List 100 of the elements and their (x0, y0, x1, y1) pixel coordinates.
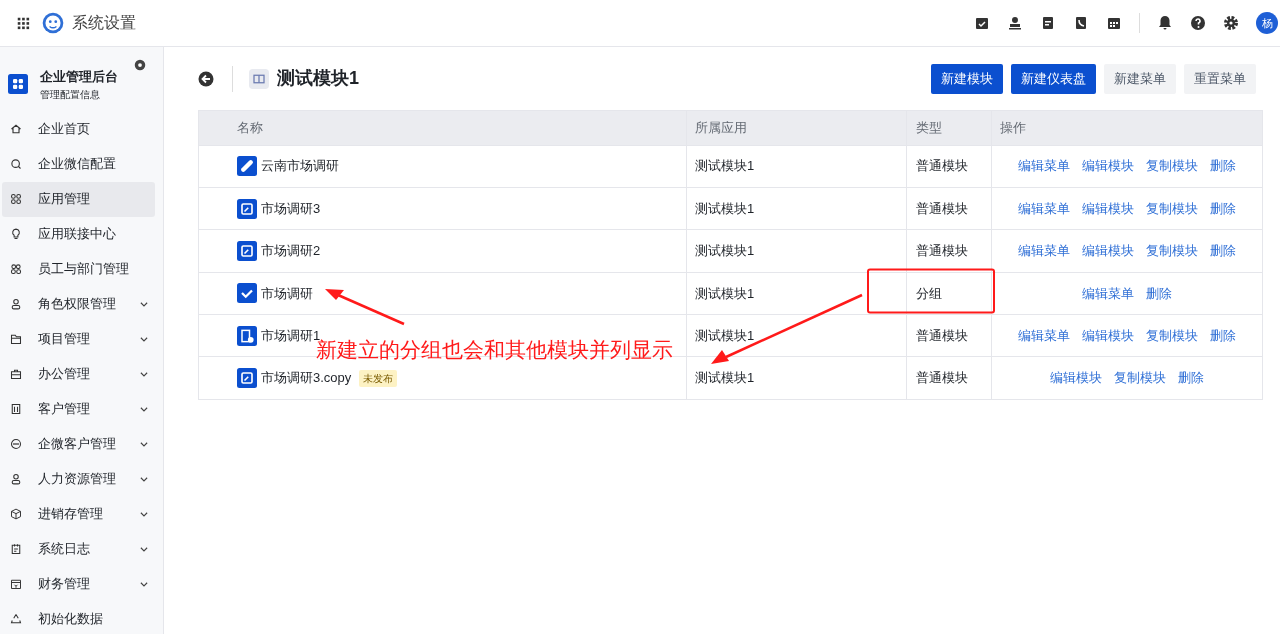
person-icon (10, 473, 22, 485)
building-icon (10, 403, 22, 415)
workspace-subtitle: 管理配置信息 (40, 87, 101, 102)
table-cell-text: 测试模块1 (695, 284, 755, 303)
settings-icon[interactable] (1223, 15, 1239, 31)
help-icon[interactable] (1190, 15, 1206, 31)
table-cell-text: 测试模块1 (695, 369, 755, 388)
action-link[interactable]: 删除 (1210, 198, 1236, 219)
action-link[interactable]: 编辑模块 (1082, 241, 1134, 261)
chevron-down-icon[interactable] (139, 544, 149, 554)
action-link[interactable]: 编辑模块 (1082, 156, 1134, 176)
sidebar-item[interactable]: 企业首页 (2, 111, 155, 147)
module-name[interactable]: 市场调研3.copy (261, 368, 352, 388)
action-link[interactable]: 编辑菜单 (1018, 198, 1070, 219)
toolbar-button[interactable]: 新建仪表盘 (1011, 64, 1096, 94)
calendar-check-icon[interactable] (974, 15, 990, 31)
toolbar-button[interactable]: 新建菜单 (1104, 64, 1176, 94)
chevron-down-icon[interactable] (139, 404, 149, 414)
module-name[interactable]: 市场调研3 (261, 198, 321, 219)
sidebar-item[interactable]: 项目管理 (2, 321, 155, 357)
toolbar-button[interactable]: 新建模块 (931, 64, 1003, 94)
action-link[interactable]: 复制模块 (1146, 326, 1198, 346)
module-icon (237, 198, 257, 219)
chevron-down-icon[interactable] (139, 439, 149, 449)
sidebar-item[interactable]: 应用联接中心 (2, 216, 155, 252)
log-icon (10, 543, 22, 555)
column-header: 操作 (1000, 118, 1026, 137)
clip-icon (237, 156, 257, 177)
module-name[interactable]: 市场调研 (261, 283, 313, 304)
sidebar-item[interactable]: 进销存管理 (2, 496, 155, 532)
module-name[interactable]: 市场调研2 (261, 241, 321, 261)
action-link[interactable]: 删除 (1146, 283, 1172, 304)
column-header: 所属应用 (695, 118, 747, 137)
status-tag: 未发布 (359, 369, 398, 387)
action-link[interactable]: 删除 (1210, 241, 1236, 261)
sidebar-item[interactable]: 企业微信配置 (2, 146, 155, 182)
logo-icon (42, 12, 64, 34)
action-link[interactable]: 复制模块 (1146, 198, 1198, 219)
action-link[interactable]: 复制模块 (1114, 368, 1166, 388)
action-link[interactable]: 编辑菜单 (1018, 241, 1070, 261)
user-stamp-icon[interactable] (1007, 15, 1023, 31)
action-link[interactable]: 复制模块 (1146, 241, 1198, 261)
table-cell-text: 测试模块1 (695, 327, 755, 345)
toolbar-button[interactable]: 重置菜单 (1184, 64, 1256, 94)
sidebar-item[interactable]: 员工与部门管理 (2, 251, 155, 287)
action-link[interactable]: 编辑菜单 (1082, 283, 1134, 304)
action-link[interactable]: 编辑菜单 (1018, 326, 1070, 346)
sidebar-item[interactable]: 应用管理 (2, 181, 155, 217)
document-icon[interactable] (1040, 15, 1056, 31)
chat-search-icon (10, 158, 22, 170)
sidebar-item[interactable]: 人力资源管理 (2, 461, 155, 497)
check-icon (237, 283, 257, 304)
cube-icon (10, 508, 22, 520)
grid-icon (10, 193, 22, 205)
calendar-icon[interactable] (1106, 15, 1122, 31)
action-link[interactable]: 编辑模块 (1082, 326, 1134, 346)
table-cell-text: 普通模块 (916, 369, 968, 388)
user-avatar[interactable]: 杨 (1256, 12, 1278, 34)
app-title: 系统设置 (72, 13, 136, 33)
module-icon (237, 368, 257, 389)
notification-bell-icon[interactable] (1157, 15, 1173, 31)
workspace-icon (8, 74, 28, 95)
action-link[interactable]: 删除 (1210, 156, 1236, 176)
sidebar-item[interactable]: 财务管理 (2, 566, 155, 602)
folder-icon (10, 333, 22, 345)
sidebar-item[interactable]: 办公管理 (2, 356, 155, 392)
chevron-down-icon[interactable] (139, 474, 149, 484)
chevron-down-icon[interactable] (139, 509, 149, 519)
module-name[interactable]: 云南市场调研 (261, 156, 339, 176)
sidebar-item[interactable]: 客户管理 (2, 391, 155, 427)
chevron-down-icon[interactable] (139, 334, 149, 344)
form-icon (237, 325, 257, 346)
column-header: 类型 (916, 118, 942, 137)
action-link[interactable]: 编辑菜单 (1018, 156, 1070, 176)
action-link[interactable]: 删除 (1210, 326, 1236, 346)
column-header: 名称 (237, 118, 263, 137)
table-cell-text: 测试模块1 (695, 199, 755, 218)
person-icon (10, 298, 22, 310)
action-link[interactable]: 编辑模块 (1082, 198, 1134, 219)
chevron-down-icon[interactable] (139, 299, 149, 309)
page-title: 测试模块1 (277, 67, 359, 91)
table-cell-text: 普通模块 (916, 242, 968, 261)
sidebar-item[interactable]: 初始化数据 (2, 601, 155, 634)
action-link[interactable]: 删除 (1178, 368, 1204, 388)
workspace-title: 企业管理后台 (40, 68, 118, 86)
sidebar-item[interactable]: 企微客户管理 (2, 426, 155, 462)
chevron-down-icon[interactable] (139, 579, 149, 589)
phone-book-icon[interactable] (1073, 15, 1089, 31)
sidebar-item[interactable]: 角色权限管理 (2, 286, 155, 322)
sidebar-item[interactable]: 系统日志 (2, 531, 155, 567)
chevron-down-icon[interactable] (139, 369, 149, 379)
lightbulb-icon (10, 228, 22, 240)
module-icon (249, 68, 269, 89)
table-cell-text: 测试模块1 (695, 242, 755, 261)
table-cell-text: 分组 (916, 284, 942, 303)
action-link[interactable]: 复制模块 (1146, 156, 1198, 176)
module-icon (237, 240, 257, 261)
briefcase-icon (10, 368, 22, 380)
action-link[interactable]: 编辑模块 (1050, 368, 1102, 388)
apps-menu-icon[interactable] (16, 16, 30, 30)
